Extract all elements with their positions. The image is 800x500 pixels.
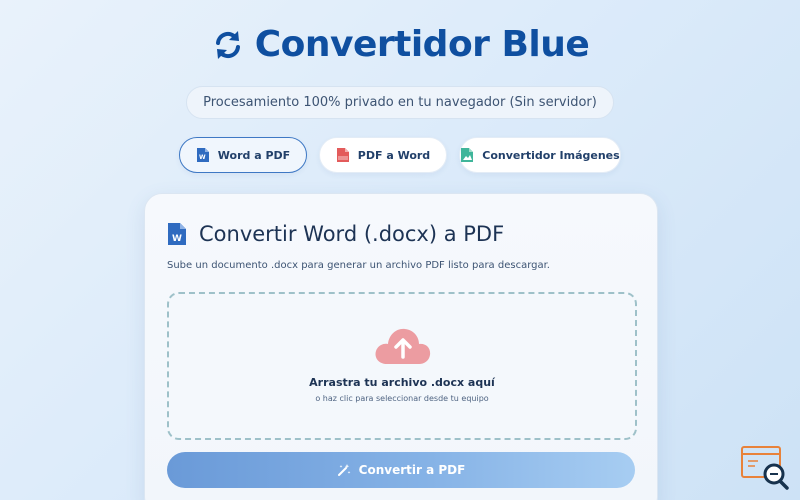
tab-label: PDF a Word — [357, 148, 431, 162]
card-title: Convertir Word (.docx) a PDF — [199, 222, 505, 246]
file-dropzone[interactable]: Arrastra tu archivo .docx aquí o haz cli… — [167, 292, 637, 440]
word-file-icon: W — [168, 223, 186, 245]
convert-to-pdf-button[interactable]: Convertir a PDF — [167, 452, 635, 488]
converter-card: W Convertir Word (.docx) a PDF Sube un d… — [144, 193, 658, 500]
subtitle-wrap: Procesamiento 100% privado en tu navegad… — [0, 86, 800, 119]
cloud-upload-icon — [375, 328, 431, 364]
word-file-icon: W — [196, 148, 209, 162]
privacy-subtitle: Procesamiento 100% privado en tu navegad… — [186, 86, 614, 119]
pdf-file-icon — [336, 148, 349, 162]
app-header: Convertidor Blue — [0, 24, 800, 65]
tab-label: Word a PDF — [217, 148, 291, 162]
tab-word-to-pdf[interactable]: W Word a PDF — [179, 137, 307, 173]
sync-icon — [215, 30, 240, 59]
dropzone-title: Arrastra tu archivo .docx aquí — [309, 376, 495, 389]
card-description: Sube un documento .docx para generar un … — [167, 260, 550, 271]
image-file-icon — [461, 148, 474, 162]
magic-wand-icon — [337, 464, 351, 476]
svg-text:W: W — [199, 154, 206, 161]
converter-tabs: W Word a PDF PDF a Word Convertidor Imág… — [0, 137, 800, 173]
dropzone-subtitle: o haz clic para seleccionar desde tu equ… — [315, 394, 489, 403]
svg-text:W: W — [172, 234, 182, 244]
app-title: Convertidor Blue — [254, 24, 590, 65]
tab-label: Convertidor Imágenes — [482, 148, 620, 162]
search-widget-icon[interactable] — [741, 446, 791, 490]
convert-button-label: Convertir a PDF — [358, 463, 466, 477]
tab-image-converter[interactable]: Convertidor Imágenes — [459, 137, 621, 173]
card-header: W Convertir Word (.docx) a PDF — [167, 222, 504, 246]
tab-pdf-to-word[interactable]: PDF a Word — [319, 137, 447, 173]
